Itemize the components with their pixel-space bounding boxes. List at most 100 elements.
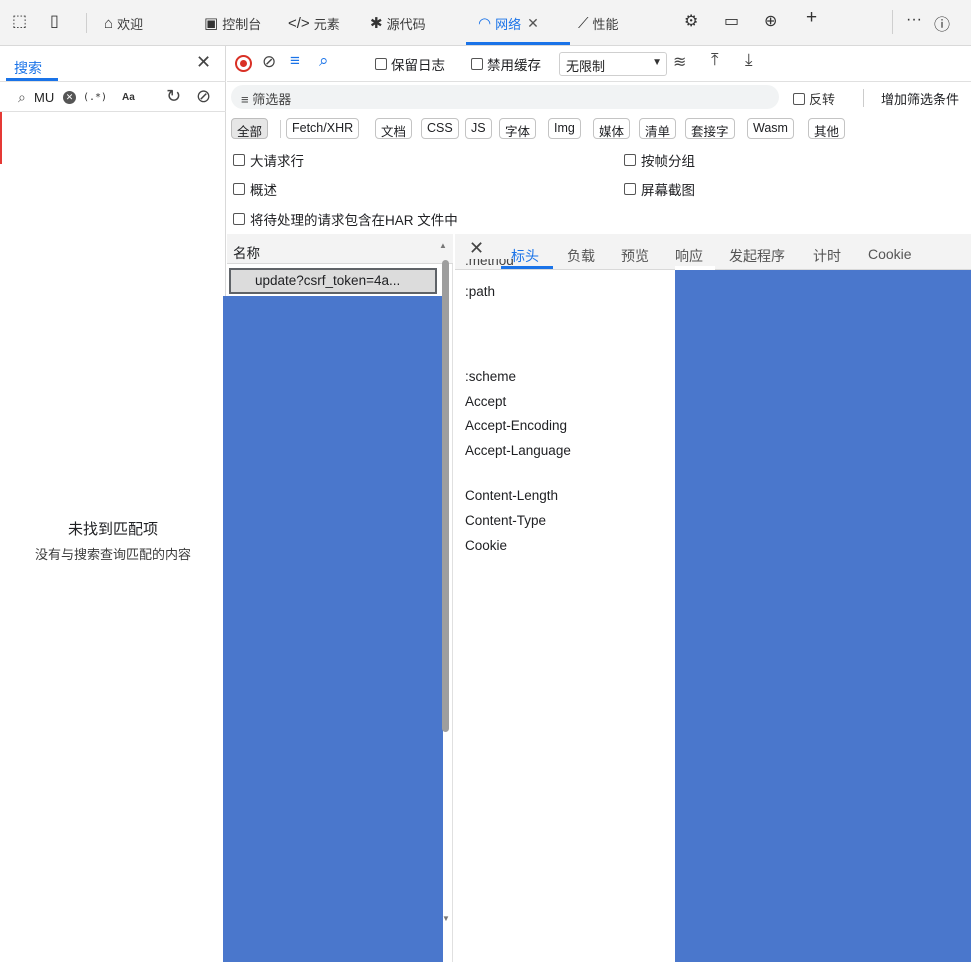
throttling-select[interactable]: 无限制 ▼ (559, 52, 667, 76)
search-panel: 搜索 ✕ ⌕ MU ✕ (.*) Aa ↻ ⊘ 未找到匹配项 没有与搜索查询匹配… (0, 46, 226, 962)
cpu-icon[interactable]: ⚙ (684, 11, 698, 31)
search-tab-indicator (6, 78, 58, 81)
details-tab-preview[interactable]: 预览 (621, 246, 649, 266)
device-toolbar-icon[interactable]: ▯ (50, 11, 59, 31)
type-filter-manifest[interactable]: 清单 (639, 118, 677, 139)
active-tab-indicator (466, 42, 570, 45)
invert-checkbox[interactable]: 反转 (793, 89, 835, 108)
type-filter-wasm[interactable]: Wasm (747, 118, 794, 139)
help-icon[interactable]: ⓘ (934, 11, 950, 35)
search-input[interactable]: MU (34, 90, 54, 105)
chip-separator (280, 120, 281, 138)
tab-welcome[interactable]: ⌂ 欢迎 (104, 12, 143, 34)
tab-label: 控制台 (222, 16, 262, 32)
checkbox[interactable] (233, 183, 245, 195)
empty-state-title: 未找到匹配项 (67, 521, 158, 538)
checkbox[interactable] (624, 183, 636, 195)
overview-option[interactable]: 概述 (233, 179, 277, 199)
close-icon[interactable]: ✕ (527, 15, 539, 32)
close-search-icon[interactable]: ✕ (196, 52, 211, 73)
request-list-header: 名称 ▲ (227, 234, 453, 264)
type-filter-other[interactable]: 其他 (808, 118, 846, 139)
filter-separator (863, 89, 864, 107)
more-options-icon[interactable]: ··· (906, 11, 922, 29)
type-filter-fetch-xhr[interactable]: Fetch/XHR (286, 118, 360, 139)
tab-elements[interactable]: </> 元素 (288, 12, 340, 34)
code-icon: </> (288, 14, 310, 32)
match-case-toggle[interactable]: Aa (122, 92, 135, 103)
request-row-selected[interactable]: update?csrf_token=4a... (229, 268, 437, 294)
search-input-row[interactable]: ⌕ MU ✕ (.*) Aa ↻ ⊘ (0, 84, 226, 112)
network-settings-icon[interactable]: ≋ (673, 52, 686, 72)
home-icon: ⌂ (104, 14, 114, 32)
type-filter-font[interactable]: 字体 (499, 118, 537, 139)
details-tab-response[interactable]: 响应 (675, 246, 703, 266)
tab-sources[interactable]: ✱ 源代码 (370, 12, 426, 34)
disable-cache-checkbox[interactable]: 禁用缓存 (471, 54, 541, 74)
scroll-down-icon[interactable]: ▼ (442, 914, 450, 923)
add-tab-icon[interactable]: + (806, 7, 817, 29)
details-tab-timing[interactable]: 计时 (813, 246, 841, 266)
header-name: Cookie (465, 538, 508, 553)
network-conditions-icon[interactable]: ⊕ (764, 11, 777, 31)
checkbox[interactable] (233, 154, 245, 166)
filter-icon: ≡ (241, 92, 253, 107)
record-button[interactable] (235, 55, 252, 72)
resource-type-filters: 全部 Fetch/XHR 文档 CSS JS 字体 Img 媒体 清单 套接字 … (227, 116, 971, 142)
details-tab-payload[interactable]: 负载 (567, 246, 595, 266)
refresh-icon[interactable]: ↻ (166, 86, 181, 107)
performance-icon: ⟋ (578, 14, 589, 32)
type-filter-css[interactable]: CSS (421, 118, 459, 139)
checkbox[interactable] (233, 213, 245, 225)
type-filter-js[interactable]: JS (465, 118, 492, 139)
clear-results-icon[interactable]: ⊘ (196, 86, 211, 107)
search-panel-header: 搜索 ✕ (0, 46, 226, 82)
tab-network[interactable]: ◠ 网络 ✕ (478, 12, 539, 34)
search-network-icon[interactable]: ⌕ (319, 51, 329, 71)
clear-icon[interactable]: ⊘ (262, 52, 276, 72)
throttling-value: 无限制 (566, 59, 606, 74)
group-by-frame-option[interactable]: 按帧分组 (624, 150, 695, 170)
checkbox[interactable] (471, 58, 483, 70)
details-tab-cookies[interactable]: Cookie (868, 246, 912, 262)
checkbox[interactable] (793, 92, 805, 105)
group-by-frame-label: 按帧分组 (641, 154, 695, 169)
search-tab[interactable]: 搜索 (14, 58, 42, 78)
export-har-icon[interactable]: ⤓ (745, 50, 753, 70)
regex-toggle[interactable]: (.*) (83, 92, 107, 103)
header-name: Accept-Language (465, 443, 571, 458)
preserve-log-checkbox[interactable]: 保留日志 (375, 54, 445, 74)
panel-edge-marker (0, 112, 2, 164)
tab-performance[interactable]: ⟋ 性能 (578, 12, 619, 34)
filter-placeholder: 筛选器 (252, 92, 292, 107)
network-panel: ⊘ ≡ ⌕ 保留日志 禁用缓存 无限制 ▼ ≋ ⤒ ⤓ ≡ 筛选器 反转 增加筛… (223, 46, 971, 962)
checkbox[interactable] (624, 154, 636, 166)
tab-console[interactable]: ▣ 控制台 (204, 12, 261, 34)
checkbox[interactable] (375, 58, 387, 70)
clear-search-icon[interactable]: ✕ (63, 91, 76, 104)
more-filters-button[interactable]: 增加筛选条件 (881, 89, 959, 108)
type-filter-socket[interactable]: 套接字 (685, 118, 735, 139)
tab-separator (892, 10, 893, 34)
name-column-header[interactable]: 名称 (233, 242, 260, 262)
include-pending-option[interactable]: 将待处理的请求包含在HAR 文件中 (233, 209, 458, 229)
filter-input[interactable]: ≡ 筛选器 (231, 85, 779, 109)
wifi-icon: ◠ (478, 15, 492, 32)
details-tab-initiator[interactable]: 发起程序 (729, 246, 785, 266)
import-har-icon[interactable]: ⤒ (711, 50, 719, 70)
type-filter-all[interactable]: 全部 (231, 118, 269, 139)
large-rows-option[interactable]: 大请求行 (233, 150, 304, 170)
details-tab-headers[interactable]: 标头 (511, 246, 539, 266)
type-filter-img[interactable]: Img (548, 118, 581, 139)
type-filter-media[interactable]: 媒体 (593, 118, 631, 139)
application-icon[interactable]: ▭ (724, 11, 739, 31)
redacted-region (223, 296, 443, 962)
large-rows-label: 大请求行 (250, 154, 304, 169)
filter-toggle-icon[interactable]: ≡ (290, 51, 300, 71)
screenshots-option[interactable]: 屏幕截图 (624, 179, 695, 199)
preserve-log-label: 保留日志 (391, 58, 445, 73)
close-details-icon[interactable]: ✕ (469, 238, 484, 259)
type-filter-doc[interactable]: 文档 (375, 118, 413, 139)
inspect-element-icon[interactable]: ⬚ (12, 11, 27, 31)
scrollbar-thumb[interactable] (442, 260, 449, 732)
